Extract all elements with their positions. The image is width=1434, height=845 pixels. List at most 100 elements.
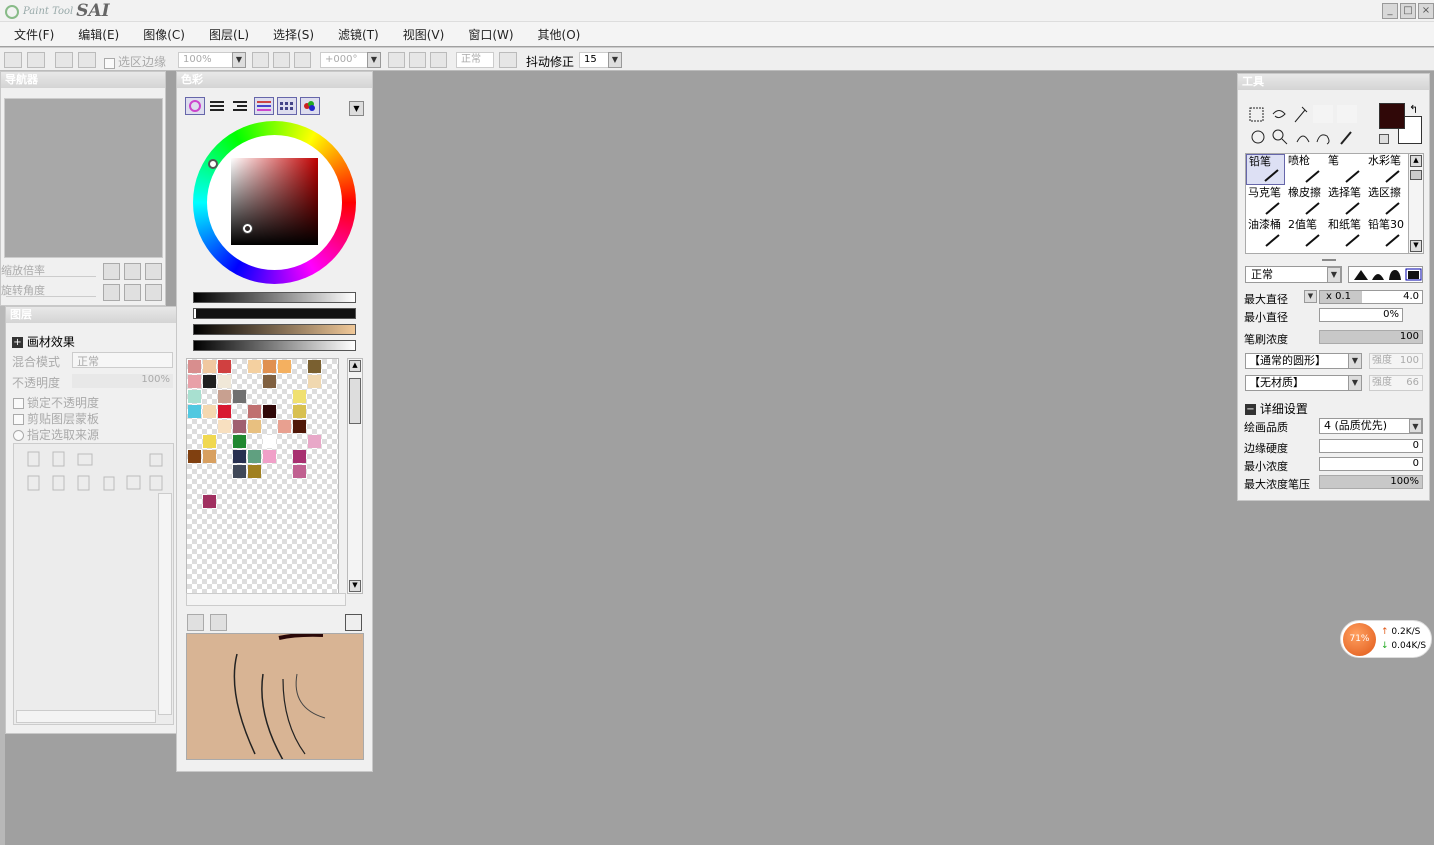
layer-hscrollbar[interactable] (16, 710, 156, 723)
brush-shape-select[interactable]: 【通常的圆形】 (1245, 353, 1350, 369)
black-slider[interactable] (193, 308, 356, 319)
scratch-clear-button[interactable] (345, 614, 362, 631)
menu-file[interactable]: 文件(F) (14, 26, 54, 43)
texture-dropdown[interactable]: ▼ (1348, 375, 1362, 391)
color-swatch[interactable] (233, 435, 246, 448)
stabilizer-field[interactable]: 15 (579, 52, 609, 68)
scratchpad-tab[interactable] (300, 97, 320, 115)
menu-image[interactable]: 图像(C) (143, 26, 185, 43)
color-swatch[interactable] (248, 450, 261, 463)
selection-source-checkbox[interactable] (13, 430, 24, 441)
splitter-grip[interactable] (1322, 259, 1336, 261)
redo-button[interactable] (27, 52, 45, 68)
brush-slot[interactable]: 选区擦 (1366, 186, 1405, 217)
blend-mode-field[interactable]: 正常 (456, 52, 494, 68)
swatch-scrollbar[interactable]: ▲ ▼ (347, 358, 363, 594)
brush-slot[interactable]: 笔 (1326, 154, 1365, 185)
brush-slot[interactable]: 铅笔 (1246, 154, 1285, 185)
color-swatch[interactable] (293, 390, 306, 403)
color-swatch[interactable] (263, 450, 276, 463)
flip-button[interactable] (499, 52, 517, 68)
nav-zoom-in-button[interactable] (124, 263, 141, 280)
light-slider[interactable] (193, 340, 356, 351)
color-swatch[interactable] (233, 465, 246, 478)
brush-slot[interactable]: 和纸笔 (1326, 218, 1365, 249)
brush-slot[interactable]: 2值笔 (1286, 218, 1325, 249)
tan-slider[interactable] (193, 324, 356, 335)
hsv-slider-tab[interactable] (231, 97, 251, 115)
fg-color-swatch[interactable] (1379, 103, 1405, 129)
scroll-up-arrow[interactable]: ▲ (349, 360, 361, 372)
brush-slot[interactable]: 橡皮擦 (1286, 186, 1325, 217)
color-swatch[interactable] (203, 450, 216, 463)
brush-slot[interactable]: 马克笔 (1246, 186, 1285, 217)
rotate-field[interactable]: +000° (320, 52, 370, 68)
tool-blend-dropdown[interactable]: ▼ (1327, 267, 1341, 283)
zoom-reset-button[interactable] (294, 52, 311, 68)
min-size-slider[interactable]: 0% (1319, 308, 1403, 322)
color-swatch[interactable] (233, 420, 246, 433)
texture-strength[interactable]: 强度 66 (1369, 375, 1423, 391)
scroll-down-arrow[interactable]: ▼ (349, 580, 361, 592)
brush-scroll-down[interactable]: ▼ (1410, 240, 1422, 252)
brush-scroll-thumb[interactable] (1410, 170, 1422, 180)
rotate-angle-slider[interactable] (6, 296, 96, 297)
color-wheel-tab[interactable] (185, 97, 205, 115)
nav-rotate-right-button[interactable] (124, 284, 141, 301)
color-swatch[interactable] (263, 405, 276, 418)
color-swatch[interactable] (203, 360, 216, 373)
swatch-grid[interactable] (186, 358, 339, 594)
swatch-hscrollbar[interactable] (186, 593, 346, 606)
nav-rotate-left-button[interactable] (103, 284, 120, 301)
navigator-preview[interactable] (4, 98, 163, 258)
brush-slot[interactable]: 油漆桶 (1246, 218, 1285, 249)
scratch-redo-button[interactable] (210, 614, 227, 631)
expand-icon[interactable]: + (12, 337, 23, 348)
color-swatch[interactable] (218, 420, 231, 433)
color-swatch[interactable] (248, 360, 261, 373)
color-swatch[interactable] (188, 390, 201, 403)
nav-zoom-out-button[interactable] (103, 263, 120, 280)
menu-layer[interactable]: 图层(L) (209, 26, 249, 43)
color-swatch[interactable] (263, 435, 276, 448)
deselect-button[interactable] (55, 52, 73, 68)
brush-slot[interactable]: 水彩笔 (1366, 154, 1405, 185)
color-swatch[interactable] (293, 405, 306, 418)
scroll-thumb[interactable] (349, 378, 361, 424)
sv-cursor[interactable] (243, 224, 252, 233)
brush-slot[interactable]: 选择笔 (1326, 186, 1365, 217)
color-swatch[interactable] (308, 360, 321, 373)
size-mult-dropdown[interactable]: ▼ (1304, 290, 1317, 303)
color-menu-button[interactable]: ▼ (349, 101, 364, 116)
color-swatch[interactable] (233, 390, 246, 403)
menu-other[interactable]: 其他(O) (538, 26, 581, 43)
max-pressure-slider[interactable]: 100% (1319, 475, 1423, 489)
menu-filter[interactable]: 滤镜(T) (338, 26, 379, 43)
color-swatch[interactable] (248, 420, 261, 433)
zoom-field[interactable]: 100% (178, 52, 234, 68)
nav-rotate-reset-button[interactable] (145, 284, 162, 301)
shape-strength[interactable]: 强度 100 (1369, 353, 1423, 369)
brush-shape-dropdown[interactable]: ▼ (1348, 353, 1362, 369)
color-swatch[interactable] (233, 450, 246, 463)
density-slider[interactable]: 100 (1319, 330, 1423, 344)
edge-hardness-slider[interactable]: 0 (1319, 439, 1423, 453)
layer-list[interactable] (13, 443, 174, 725)
color-swatch[interactable] (218, 360, 231, 373)
color-swatch[interactable] (188, 450, 201, 463)
undo-button[interactable] (4, 52, 22, 68)
color-swatch[interactable] (203, 405, 216, 418)
color-swatch[interactable] (188, 375, 201, 388)
net-monitor[interactable]: 71% ↑ 0.2K/S ↓ 0.04K/S (1340, 620, 1432, 658)
color-swatch[interactable] (218, 375, 231, 388)
swap-colors-icon[interactable]: ↰ (1409, 103, 1418, 116)
color-swatch[interactable] (278, 360, 291, 373)
color-swatch[interactable] (263, 360, 276, 373)
color-swatch[interactable] (278, 420, 291, 433)
color-swatch[interactable] (308, 375, 321, 388)
mixer-tab[interactable] (254, 97, 274, 115)
rotate-right-button[interactable] (409, 52, 426, 68)
collapse-icon[interactable]: − (1245, 404, 1256, 415)
color-swatch[interactable] (308, 435, 321, 448)
color-swatch[interactable] (188, 405, 201, 418)
